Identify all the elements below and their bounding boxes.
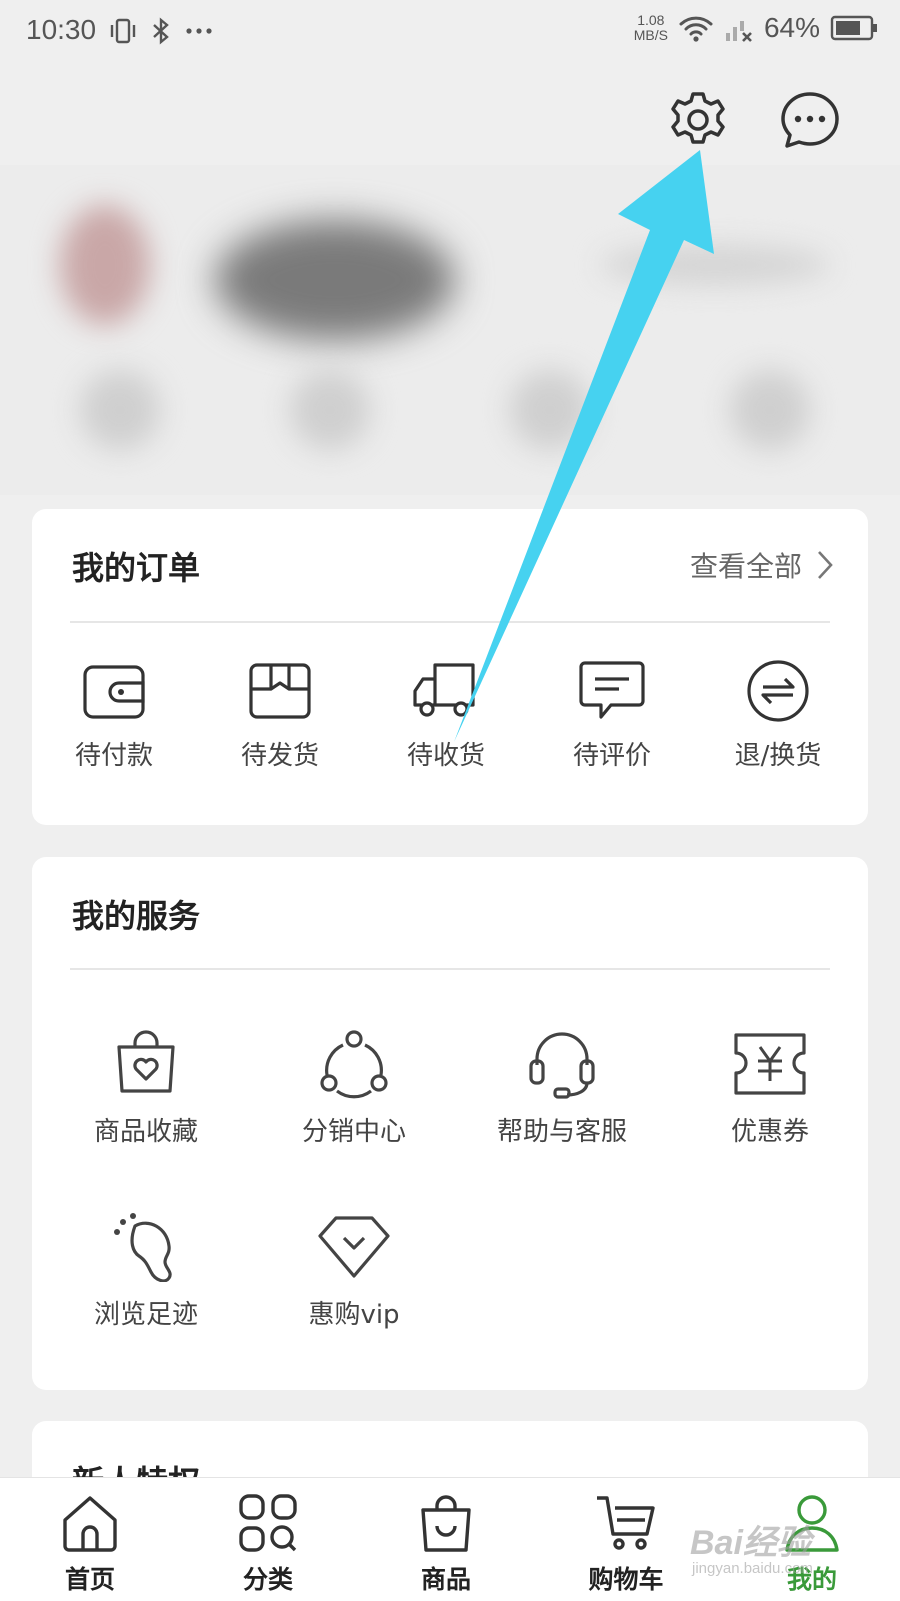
baidu-watermark: Bai经验 <box>690 1524 811 1562</box>
shopping-bag-icon <box>421 1495 471 1552</box>
baidu-watermark-url: jingyan.baidu.com <box>692 1560 813 1577</box>
tab-label: 购物车 <box>588 1565 664 1594</box>
home-icon <box>63 1496 117 1552</box>
tab-category[interactable]: 分类 <box>208 1492 328 1596</box>
cart-icon <box>597 1496 655 1550</box>
tab-label: 商品 <box>420 1565 471 1594</box>
tab-cart[interactable]: 购物车 <box>566 1492 686 1596</box>
tab-products[interactable]: 商品 <box>386 1492 506 1596</box>
tab-label: 首页 <box>64 1565 115 1594</box>
category-icon <box>239 1494 297 1552</box>
tab-label: 分类 <box>242 1565 293 1594</box>
annotation-arrow <box>454 150 714 742</box>
tab-home[interactable]: 首页 <box>30 1492 150 1596</box>
